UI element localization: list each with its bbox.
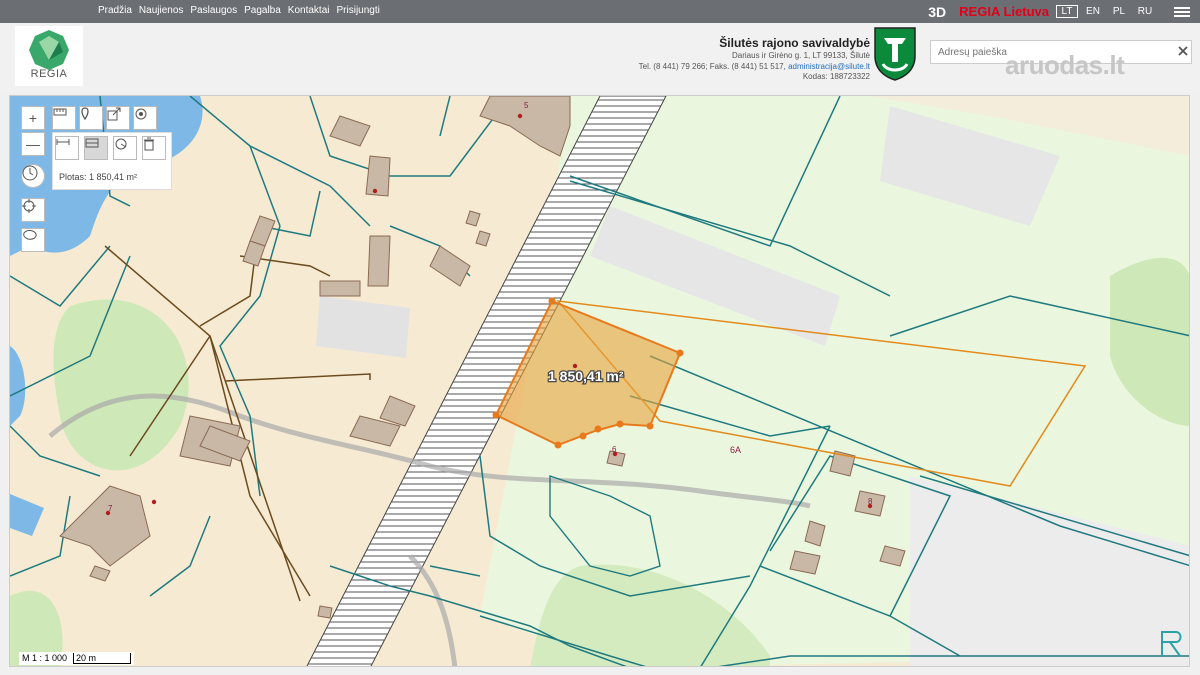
- parcel-number-8: 8: [868, 497, 873, 506]
- municipality-address: Dariaus ir Girėno g. 1, LT 99133, Šilutė: [732, 51, 870, 60]
- map-canvas[interactable]: 5 7 6 6A 8 1 850,41 m²: [10, 96, 1190, 667]
- aruodas-watermark: aruodas.lt: [1005, 50, 1125, 80]
- municipality-email[interactable]: administracija@silute.lt: [788, 62, 870, 71]
- municipality-phone: Tel. (8 441) 79 266; Faks. (8 441) 51 51…: [638, 61, 786, 71]
- scale-indicator: M 1 : 1 000 20 m: [19, 652, 135, 665]
- nav-login[interactable]: Prisijungti: [337, 5, 380, 16]
- zoom-in-button[interactable]: +: [21, 106, 45, 130]
- regia-logo[interactable]: REGIA: [15, 26, 83, 86]
- coat-of-arms-icon: [874, 27, 916, 81]
- municipality-phone-line: Tel. (8 441) 79 266; Faks. (8 441) 51 51…: [639, 62, 870, 73]
- regia-lietuva-link[interactable]: REGIA Lietuva: [959, 4, 1049, 19]
- nav-services[interactable]: Paslaugos: [190, 5, 237, 16]
- compass-icon[interactable]: [21, 164, 45, 188]
- delete-icon[interactable]: [142, 136, 166, 160]
- lang-ru[interactable]: RU: [1134, 6, 1156, 17]
- nav-help[interactable]: Pagalba: [244, 5, 281, 16]
- municipality-name: Šilutės rajono savivaldybė: [719, 36, 870, 50]
- area-label: 1 850,41 m²: [548, 368, 624, 384]
- parcel-number-5: 5: [524, 101, 529, 110]
- map-view[interactable]: 5 7 6 6A 8 1 850,41 m² + — Plotas: 1 850…: [9, 95, 1190, 667]
- scale-bar: 20 m: [73, 653, 132, 664]
- lang-pl[interactable]: PL: [1108, 6, 1130, 17]
- 3d-button[interactable]: 3D: [928, 4, 946, 20]
- top-nav: Pradžia Naujienos Paslaugos Pagalba Kont…: [98, 5, 380, 16]
- nav-contacts[interactable]: Kontaktai: [288, 5, 330, 16]
- zoom-out-button[interactable]: —: [21, 132, 45, 156]
- header: REGIA Šilutės rajono savivaldybė Dariaus…: [0, 23, 1200, 93]
- close-icon[interactable]: [1178, 46, 1188, 56]
- top-bar: Pradžia Naujienos Paslaugos Pagalba Kont…: [0, 0, 1200, 23]
- regia-logo-icon: [29, 30, 69, 70]
- scale-ratio: M 1 : 1 000: [22, 653, 68, 663]
- municipality-code: Kodas: 188723322: [802, 72, 870, 81]
- parcel-number-6: 6: [612, 445, 617, 454]
- marker-icon[interactable]: [79, 106, 103, 130]
- menu-icon[interactable]: [1174, 5, 1190, 19]
- share-icon[interactable]: [106, 106, 130, 130]
- parcel-number-7: 7: [108, 504, 113, 513]
- nav-home[interactable]: Pradžia: [98, 5, 132, 16]
- lang-en[interactable]: EN: [1082, 6, 1104, 17]
- target-icon[interactable]: [133, 106, 157, 130]
- measure-area-icon[interactable]: [84, 136, 108, 160]
- ruler-icon[interactable]: [52, 106, 76, 130]
- measure-distance-icon[interactable]: [55, 136, 79, 160]
- lang-lt[interactable]: LT: [1056, 5, 1078, 18]
- municipality-info: Šilutės rajono savivaldybė Dariaus ir Gi…: [639, 36, 870, 83]
- measure-result: Plotas: 1 850,41 m²: [59, 172, 138, 182]
- logo-text: REGIA: [30, 68, 68, 80]
- parcel-number-6a: 6A: [730, 445, 741, 455]
- locate-icon[interactable]: [21, 198, 45, 222]
- draw-polygon-icon[interactable]: [21, 228, 45, 252]
- nav-news[interactable]: Naujienos: [139, 5, 183, 16]
- measure-radius-icon[interactable]: [113, 136, 137, 160]
